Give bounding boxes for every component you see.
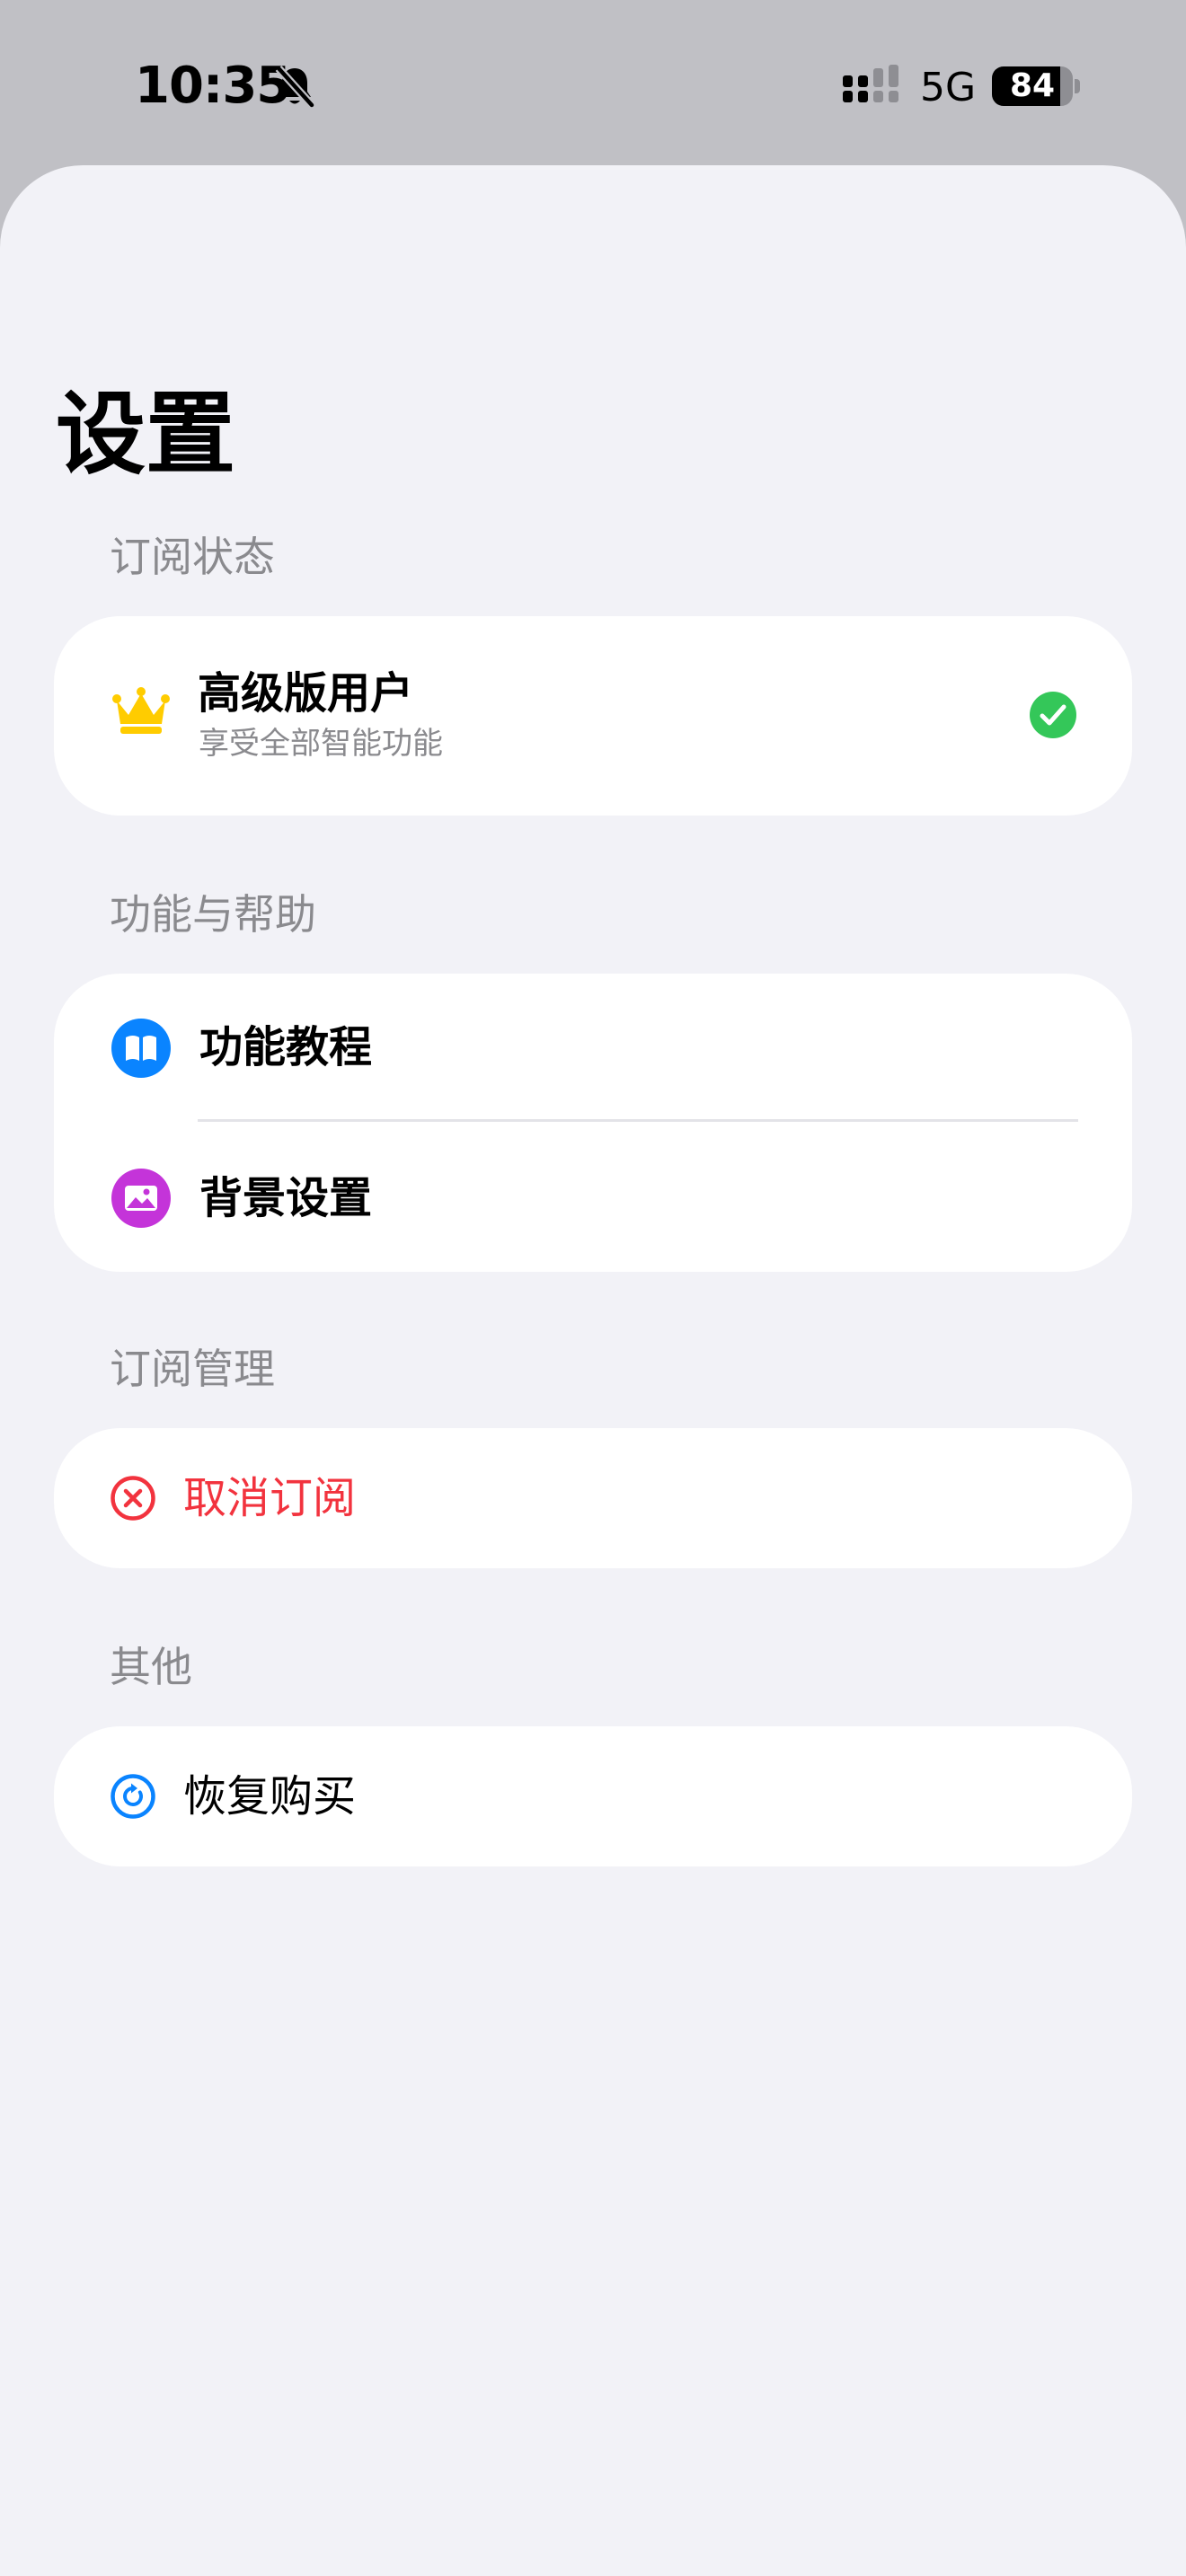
premium-status-card: 高级版用户 享受全部智能功能 (54, 616, 1132, 816)
silent-bell-icon (275, 65, 315, 109)
restore-purchases-button[interactable]: 恢复购买 (54, 1726, 1132, 1866)
section-header-subscription-status: 订阅状态 (110, 533, 275, 581)
background-settings-row[interactable]: 背景设置 (54, 1123, 1132, 1272)
status-time: 10:35 (135, 57, 291, 115)
cellular-signal-icon (841, 65, 902, 108)
cancel-circle-icon (110, 1475, 156, 1522)
tutorial-row[interactable]: 功能教程 (54, 974, 1132, 1122)
crown-icon (111, 686, 171, 737)
cancel-subscription-button[interactable]: 取消订阅 (54, 1428, 1132, 1568)
network-type: 5G (920, 65, 977, 110)
book-icon (111, 1019, 171, 1078)
page-title: 设置 (56, 382, 235, 487)
battery-cap (1075, 79, 1080, 93)
status-bar: 10:35 5G 84 (0, 0, 1186, 171)
section-header-features-help: 功能与帮助 (110, 890, 316, 939)
photo-icon (111, 1169, 171, 1228)
cancel-subscription-label: 取消订阅 (183, 1473, 357, 1523)
settings-sheet: 设置 订阅状态 高级版用户 享受全部智能功能 功能与帮助 功能教程 背景设置 订… (0, 165, 1186, 2576)
checkmark-circle-icon (1028, 690, 1078, 740)
features-help-card: 功能教程 背景设置 (54, 974, 1132, 1272)
section-header-other: 其他 (110, 1643, 192, 1691)
restore-purchases-label: 恢复购买 (183, 1771, 357, 1822)
row-divider (198, 1119, 1078, 1122)
premium-user-title: 高级版用户 (198, 668, 414, 719)
battery-percentage: 84 (1009, 67, 1056, 104)
background-settings-label: 背景设置 (199, 1173, 373, 1223)
battery-icon: 84 (992, 66, 1073, 106)
tutorial-label: 功能教程 (199, 1022, 373, 1072)
restore-icon (110, 1773, 156, 1820)
section-header-subscription-management: 订阅管理 (110, 1345, 275, 1393)
premium-user-subtitle: 享受全部智能功能 (199, 726, 443, 762)
